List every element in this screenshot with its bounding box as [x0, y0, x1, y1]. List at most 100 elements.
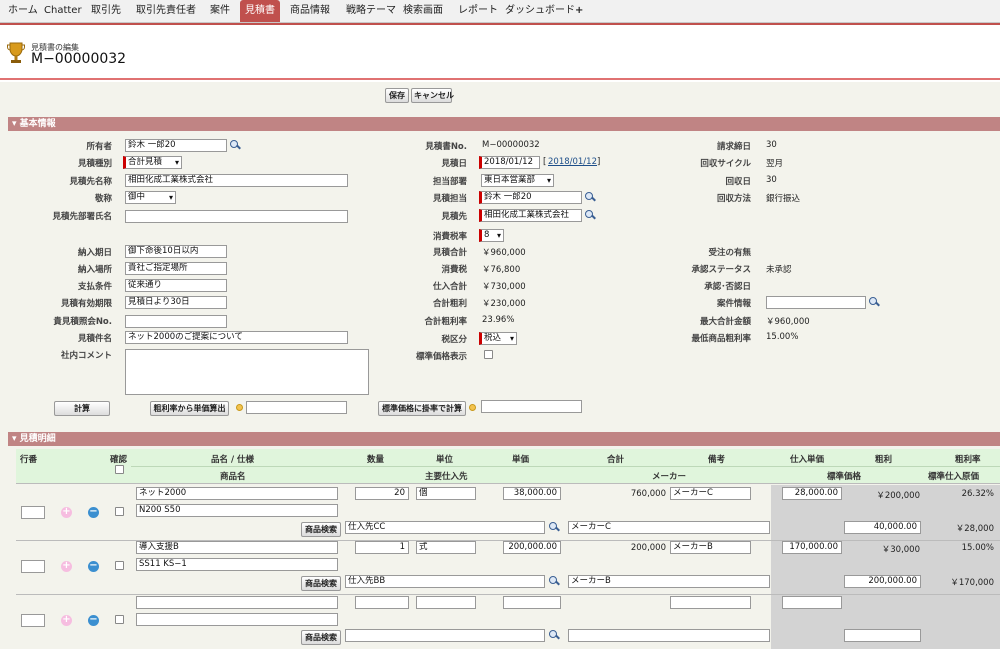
unit-price-input[interactable] [503, 596, 561, 609]
qty-input[interactable] [355, 596, 409, 609]
tab-chatter[interactable]: Chatter [39, 0, 87, 22]
line-no-input[interactable] [21, 614, 45, 627]
subject-input[interactable]: ネット2000のご提案について [125, 331, 348, 344]
product-search-button[interactable]: 商品検索 [301, 576, 341, 591]
cost-input[interactable] [782, 596, 842, 609]
add-row-icon[interactable]: + [61, 561, 72, 572]
label-rep: 見積担当 [432, 194, 467, 204]
note-input[interactable]: メーカーB [670, 541, 751, 554]
supplier-input[interactable] [345, 629, 545, 642]
unit-input[interactable]: 式 [416, 541, 476, 554]
maker-input[interactable]: メーカーC [568, 521, 770, 534]
cost-input[interactable]: 28,000.00 [782, 487, 842, 500]
tax-rate-select[interactable]: 8 [479, 229, 504, 242]
std-calc-input[interactable] [481, 400, 582, 413]
tab-contacts[interactable]: 取引先責任者 [131, 0, 201, 22]
lookup-icon[interactable] [584, 192, 596, 203]
quote-date-input[interactable]: 2018/01/12 [479, 156, 540, 169]
opportunity-input[interactable] [766, 296, 866, 309]
label-collection-method: 回収方法 [716, 194, 751, 204]
item-name-input[interactable]: ネット2000 [136, 487, 338, 500]
qty-input[interactable]: 20 [355, 487, 409, 500]
std-price-input[interactable]: 200,000.00 [844, 575, 921, 588]
cancel-button[interactable]: キャンセル [411, 88, 454, 103]
payment-terms-input[interactable]: 従来通り [125, 279, 227, 292]
today-date-link[interactable]: 2018/01/12 [548, 157, 597, 167]
lookup-icon[interactable] [868, 297, 880, 308]
remove-row-icon[interactable]: − [88, 615, 99, 626]
margin-calc-button[interactable]: 粗利率から単価算出 [150, 401, 229, 416]
add-row-icon[interactable]: + [61, 615, 72, 626]
tab-quotes[interactable]: 見積書 [240, 0, 280, 22]
add-row-icon[interactable]: + [61, 507, 72, 518]
margin-calc-input[interactable] [246, 401, 347, 414]
date-bracket-open: [ [543, 157, 547, 167]
section-detail[interactable]: ▾ 見積明細 [8, 432, 1000, 446]
tab-products[interactable]: 商品情報 [285, 0, 335, 22]
product-search-button[interactable]: 商品検索 [301, 522, 341, 537]
save-button[interactable]: 保存 [385, 88, 409, 103]
item-spec-input[interactable]: SS11 KS−1 [136, 558, 338, 571]
lookup-icon[interactable] [584, 210, 596, 221]
std-price-input[interactable] [844, 629, 921, 642]
account-input[interactable]: 相田化成工業株式会社 [479, 209, 582, 222]
cost-input[interactable]: 170,000.00 [782, 541, 842, 554]
tab-opportunities[interactable]: 案件 [205, 0, 235, 22]
quote-type-select[interactable]: 合計見積 [123, 156, 182, 169]
delivery-place-input[interactable]: 貴社ご指定場所 [125, 262, 227, 275]
confirm-checkbox[interactable] [115, 507, 124, 516]
item-spec-input[interactable]: N200 S50 [136, 504, 338, 517]
tab-accounts[interactable]: 取引先 [86, 0, 126, 22]
line-no-input[interactable] [21, 560, 45, 573]
tab-strategy[interactable]: 戦略テーマ [341, 0, 401, 22]
supplier-input[interactable]: 仕入先CC [345, 521, 545, 534]
tab-reports[interactable]: レポート [453, 0, 503, 22]
lookup-icon[interactable] [548, 522, 560, 533]
unit-price-input[interactable]: 200,000.00 [503, 541, 561, 554]
tax-class-select[interactable]: 税込 [479, 332, 517, 345]
maker-input[interactable] [568, 629, 770, 642]
note-input[interactable] [670, 596, 751, 609]
lookup-icon[interactable] [229, 140, 241, 151]
item-name-input[interactable]: 導入支援B [136, 541, 338, 554]
lookup-icon[interactable] [548, 576, 560, 587]
section-basic-info[interactable]: ▾ 基本情報 [8, 117, 1000, 131]
remove-row-icon[interactable]: − [88, 507, 99, 518]
label-opportunity: 案件情報 [716, 299, 751, 309]
line-no-input[interactable] [21, 506, 45, 519]
rep-input[interactable]: 鈴木 一郎20 [479, 191, 582, 204]
dept-select[interactable]: 東日本営業部 [481, 174, 554, 187]
std-price-display-checkbox[interactable] [484, 350, 493, 359]
delivery-date-input[interactable]: 御下命後10日以内 [125, 245, 227, 258]
confirm-all-checkbox[interactable] [115, 465, 124, 474]
lookup-icon[interactable] [548, 630, 560, 641]
note-input[interactable]: メーカーC [670, 487, 751, 500]
valid-until-input[interactable]: 見積日より30日 [125, 296, 227, 309]
remove-row-icon[interactable]: − [88, 561, 99, 572]
std-price-input[interactable]: 40,000.00 [844, 521, 921, 534]
customer-name-input[interactable]: 相田化成工業株式会社 [125, 174, 348, 187]
label-std-price-display: 標準価格表示 [415, 352, 467, 362]
internal-comment-textarea[interactable] [125, 349, 369, 395]
maker-input[interactable]: メーカーB [568, 575, 770, 588]
owner-input[interactable]: 鈴木 一郎20 [125, 139, 227, 152]
unit-input[interactable] [416, 596, 476, 609]
std-calc-button[interactable]: 標準価格に掛率で計算 [378, 401, 466, 416]
customer-dept-input[interactable] [125, 210, 348, 223]
qty-input[interactable]: 1 [355, 541, 409, 554]
unit-price-input[interactable]: 38,000.00 [503, 487, 561, 500]
calc-button[interactable]: 計算 [54, 401, 110, 416]
confirm-checkbox[interactable] [115, 615, 124, 624]
confirm-checkbox[interactable] [115, 561, 124, 570]
inquiry-no-input[interactable] [125, 315, 227, 328]
honorific-select[interactable]: 御中 [125, 191, 176, 204]
tab-dashboards[interactable]: ダッシュボード [500, 0, 580, 22]
item-spec-input[interactable] [136, 613, 338, 626]
tab-home[interactable]: ホーム [3, 0, 43, 22]
item-name-input[interactable] [136, 596, 338, 609]
supplier-input[interactable]: 仕入先BB [345, 575, 545, 588]
tab-add[interactable]: + [570, 0, 588, 22]
unit-input[interactable]: 個 [416, 487, 476, 500]
tab-search[interactable]: 検索画面 [398, 0, 448, 22]
product-search-button[interactable]: 商品検索 [301, 630, 341, 645]
